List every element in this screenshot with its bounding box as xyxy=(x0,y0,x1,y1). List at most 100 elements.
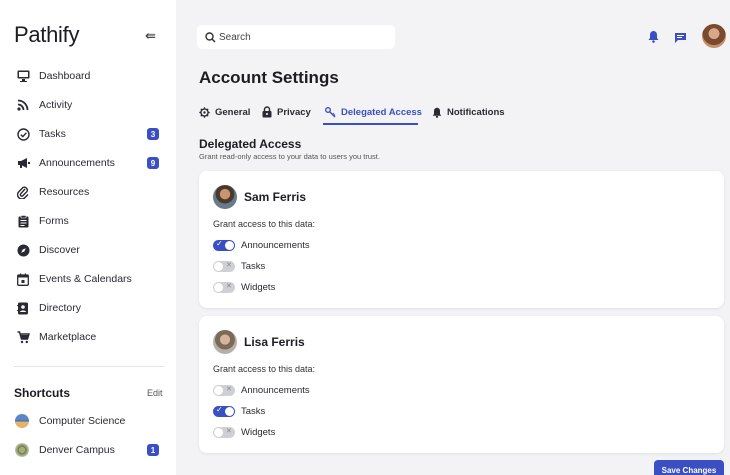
chat-icon[interactable] xyxy=(674,31,687,49)
permission-label: Announcements xyxy=(241,239,310,251)
permission-row-widgets[interactable]: ✕ Widgets xyxy=(213,280,275,294)
sidebar-item-label: Marketplace xyxy=(39,331,97,343)
sidebar-divider xyxy=(14,366,164,367)
check-icon: ✓ xyxy=(216,404,223,414)
shortcut-item-label: Computer Science xyxy=(39,415,126,427)
section-description: Grant read-only access to your data to u… xyxy=(199,152,380,161)
tasks-toggle[interactable]: ✕ xyxy=(213,260,235,272)
shortcuts-edit-link[interactable]: Edit xyxy=(147,388,163,398)
sidebar-item-marketplace[interactable]: Marketplace xyxy=(0,326,176,348)
shortcut-item-label: Denver Campus xyxy=(39,444,115,456)
delegate-name: Sam Ferris xyxy=(244,190,307,204)
sam-ferris-avatar xyxy=(213,185,237,209)
sidebar-item-discover[interactable]: Discover xyxy=(0,239,176,261)
sidebar-item-tasks[interactable]: Tasks 3 xyxy=(0,123,176,145)
sidebar-item-label: Announcements xyxy=(39,157,115,169)
tab-label: Delegated Access xyxy=(341,106,422,118)
permission-row-tasks[interactable]: ✕ Tasks xyxy=(213,259,265,273)
sidebar-item-label: Resources xyxy=(39,186,90,198)
permission-row-announcements[interactable]: ✕ Announcements xyxy=(213,383,310,397)
sidebar-item-label: Activity xyxy=(39,99,73,111)
delegate-card-sam-ferris: Sam Ferris Grant access to this data: ✓ … xyxy=(199,171,724,308)
sidebar-item-activity[interactable]: Activity xyxy=(0,94,176,116)
shortcut-item-denver-campus[interactable]: Denver Campus 1 xyxy=(0,439,176,461)
widgets-toggle[interactable]: ✕ xyxy=(213,426,235,438)
collapse-sidebar-icon[interactable]: ⇚ xyxy=(145,28,156,44)
tab-label: General xyxy=(215,106,251,118)
delegate-name: Lisa Ferris xyxy=(244,335,305,349)
check-icon: ✓ xyxy=(216,238,223,248)
sidebar-item-forms[interactable]: Forms xyxy=(0,210,176,232)
permission-row-tasks[interactable]: ✓ Tasks xyxy=(213,404,265,418)
bell-icon xyxy=(432,107,442,118)
calendar-icon xyxy=(16,272,30,286)
search-input[interactable] xyxy=(219,29,387,45)
search-bar[interactable] xyxy=(197,25,395,49)
app-logo[interactable]: Pathify xyxy=(14,22,79,48)
tasks-badge: 3 xyxy=(147,128,159,140)
permission-row-announcements[interactable]: ✓ Announcements xyxy=(213,238,310,252)
permission-label: Announcements xyxy=(241,384,310,396)
x-icon: ✕ xyxy=(226,385,232,393)
paperclip-icon xyxy=(16,185,30,199)
search-icon xyxy=(205,30,216,48)
sidebar-item-dashboard[interactable]: Dashboard xyxy=(0,65,176,87)
shortcuts-heading: Shortcuts xyxy=(14,386,71,400)
sidebar-item-label: Tasks xyxy=(39,128,66,140)
tab-label: Privacy xyxy=(277,106,311,118)
tab-privacy[interactable]: Privacy xyxy=(262,104,311,120)
save-changes-button[interactable]: Save Changes xyxy=(654,460,724,475)
sidebar-item-events-calendars[interactable]: Events & Calendars xyxy=(0,268,176,290)
denver-campus-badge: 1 xyxy=(147,444,159,456)
lisa-ferris-avatar xyxy=(213,330,237,354)
active-tab-indicator xyxy=(323,123,418,125)
denver-campus-avatar xyxy=(15,443,29,457)
sidebar-item-label: Directory xyxy=(39,302,82,314)
sidebar-item-label: Dashboard xyxy=(39,70,91,82)
key-icon xyxy=(325,106,336,118)
sidebar-item-directory[interactable]: Directory xyxy=(0,297,176,319)
section-title: Delegated Access xyxy=(199,137,302,151)
page-title: Account Settings xyxy=(199,68,339,87)
tab-label: Notifications xyxy=(447,106,505,118)
delegate-card-lisa-ferris: Lisa Ferris Grant access to this data: ✕… xyxy=(199,316,724,453)
sidebar-item-resources[interactable]: Resources xyxy=(0,181,176,203)
clipboard-icon xyxy=(16,214,30,228)
cart-icon xyxy=(16,330,30,344)
computer-science-avatar xyxy=(15,414,29,428)
widgets-toggle[interactable]: ✕ xyxy=(213,281,235,293)
announcements-toggle[interactable]: ✕ xyxy=(213,384,235,396)
permission-label: Tasks xyxy=(241,260,266,272)
monitor-icon xyxy=(16,69,30,83)
announcements-badge: 9 xyxy=(147,157,159,169)
x-icon: ✕ xyxy=(226,282,232,290)
permission-label: Tasks xyxy=(241,405,266,417)
rss-icon xyxy=(16,98,30,112)
grant-access-label: Grant access to this data: xyxy=(213,219,316,229)
user-avatar[interactable] xyxy=(702,24,726,48)
tab-notifications[interactable]: Notifications xyxy=(432,104,505,120)
contacts-icon xyxy=(16,301,30,315)
compass-icon xyxy=(16,243,30,257)
x-icon: ✕ xyxy=(226,261,232,269)
tab-delegated-access[interactable]: Delegated Access xyxy=(325,104,422,120)
tab-general[interactable]: General xyxy=(199,104,250,120)
sidebar-item-announcements[interactable]: Announcements 9 xyxy=(0,152,176,174)
permission-label: Widgets xyxy=(241,426,276,438)
sidebar: Pathify ⇚ Dashboard Activity Tasks 3 Ann… xyxy=(0,0,176,475)
sidebar-item-label: Forms xyxy=(39,215,69,227)
permission-label: Widgets xyxy=(241,281,276,293)
permission-row-widgets[interactable]: ✕ Widgets xyxy=(213,425,275,439)
shortcut-item-computer-science[interactable]: Computer Science xyxy=(0,410,176,432)
check-circle-icon xyxy=(16,127,30,141)
announcements-toggle[interactable]: ✓ xyxy=(213,238,235,251)
grant-access-label: Grant access to this data: xyxy=(213,364,316,374)
gear-icon xyxy=(199,106,210,118)
x-icon: ✕ xyxy=(226,427,232,435)
bell-icon[interactable] xyxy=(648,30,659,48)
tasks-toggle[interactable]: ✓ xyxy=(213,404,235,417)
sidebar-item-label: Events & Calendars xyxy=(39,273,132,285)
sidebar-item-label: Discover xyxy=(39,244,80,256)
lock-icon xyxy=(262,106,272,118)
megaphone-icon xyxy=(16,156,30,170)
